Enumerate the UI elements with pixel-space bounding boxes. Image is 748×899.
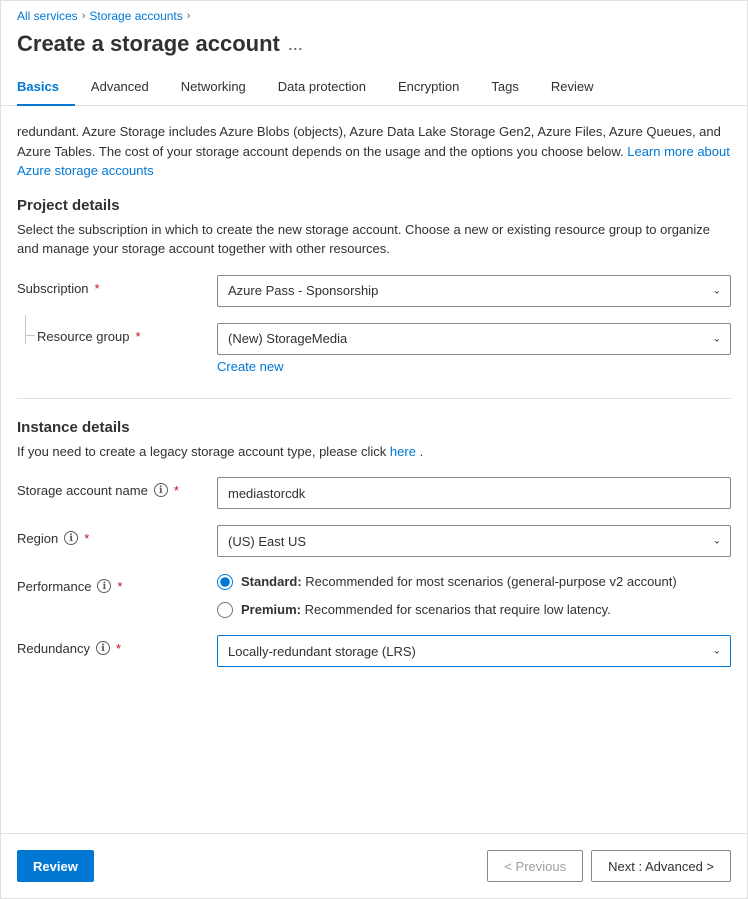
page-title: Create a storage account <box>17 31 280 57</box>
performance-standard-label: Standard: Recommended for most scenarios… <box>241 573 677 591</box>
resource-group-select[interactable]: (New) StorageMedia <box>217 323 731 355</box>
tab-data-protection[interactable]: Data protection <box>262 69 382 106</box>
redundancy-label-col: Redundancy ℹ * <box>17 635 217 656</box>
resource-group-control-col: (New) StorageMedia ⌄ Create new <box>217 323 731 374</box>
performance-required: * <box>117 579 122 594</box>
create-new-link[interactable]: Create new <box>217 359 283 374</box>
title-menu-icon[interactable]: ... <box>288 34 303 55</box>
redundancy-select[interactable]: Locally-redundant storage (LRS)Zone-redu… <box>217 635 731 667</box>
storage-account-name-label-col: Storage account name ℹ * <box>17 477 217 498</box>
redundancy-label: Redundancy <box>17 641 90 656</box>
redundancy-required: * <box>116 641 121 656</box>
storage-account-name-row: Storage account name ℹ * <box>17 477 731 509</box>
tab-networking[interactable]: Networking <box>165 69 262 106</box>
page-wrapper: All services › Storage accounts › Create… <box>0 0 748 899</box>
subscription-label: Subscription <box>17 281 89 296</box>
tab-tags[interactable]: Tags <box>475 69 534 106</box>
review-button[interactable]: Review <box>17 850 94 882</box>
instance-details-desc: If you need to create a legacy storage a… <box>17 442 731 462</box>
tab-encryption[interactable]: Encryption <box>382 69 475 106</box>
resource-group-label: Resource group <box>37 329 130 344</box>
performance-radio-group: Standard: Recommended for most scenarios… <box>217 573 731 619</box>
breadcrumb-sep-2: › <box>187 10 191 22</box>
performance-row: Performance ℹ * Standard: Recommended fo… <box>17 573 731 619</box>
performance-premium-radio[interactable] <box>217 602 233 618</box>
subscription-select-wrapper: Azure Pass - Sponsorship ⌄ <box>217 275 731 307</box>
footer: Review < Previous Next : Advanced > <box>1 833 747 898</box>
project-details-desc: Select the subscription in which to crea… <box>17 220 731 259</box>
storage-account-name-control-col <box>217 477 731 509</box>
subscription-select[interactable]: Azure Pass - Sponsorship <box>217 275 731 307</box>
subscription-control-col: Azure Pass - Sponsorship ⌄ <box>217 275 731 307</box>
region-label: Region <box>17 531 58 546</box>
performance-label: Performance <box>17 579 91 594</box>
subscription-required: * <box>95 281 100 296</box>
breadcrumb-storage-accounts[interactable]: Storage accounts <box>89 9 182 23</box>
subscription-row: Subscription * Azure Pass - Sponsorship … <box>17 275 731 307</box>
instance-details-section: Instance details If you need to create a… <box>17 419 731 668</box>
region-required: * <box>84 531 89 546</box>
tabs: Basics Advanced Networking Data protecti… <box>1 69 747 106</box>
tab-review[interactable]: Review <box>535 69 610 106</box>
performance-control-col: Standard: Recommended for most scenarios… <box>217 573 731 619</box>
previous-button[interactable]: < Previous <box>487 850 583 882</box>
storage-name-info-icon[interactable]: ℹ <box>154 483 168 497</box>
region-label-col: Region ℹ * <box>17 525 217 546</box>
instance-details-title: Instance details <box>17 419 731 436</box>
resource-group-select-wrapper: (New) StorageMedia ⌄ <box>217 323 731 355</box>
instance-desc-prefix: If you need to create a legacy storage a… <box>17 444 386 459</box>
storage-account-name-label: Storage account name <box>17 483 148 498</box>
resource-group-required: * <box>136 329 141 344</box>
tab-basics[interactable]: Basics <box>17 69 75 106</box>
performance-info-icon[interactable]: ℹ <box>97 579 111 593</box>
next-advanced-button[interactable]: Next : Advanced > <box>591 850 731 882</box>
performance-premium-option[interactable]: Premium: Recommended for scenarios that … <box>217 601 731 619</box>
redundancy-row: Redundancy ℹ * Locally-redundant storage… <box>17 635 731 667</box>
intro-text-body: redundant. Azure Storage includes Azure … <box>17 124 721 159</box>
storage-account-name-required: * <box>174 483 179 498</box>
resource-group-row: Resource group * (New) StorageMedia ⌄ Cr… <box>17 323 731 374</box>
instance-desc-link[interactable]: here <box>390 444 416 459</box>
breadcrumb-sep-1: › <box>82 10 86 22</box>
region-info-icon[interactable]: ℹ <box>64 531 78 545</box>
section-divider <box>17 398 731 399</box>
content-area: redundant. Azure Storage includes Azure … <box>1 106 747 833</box>
region-select-wrapper: (US) East US ⌄ <box>217 525 731 557</box>
redundancy-select-wrapper: Locally-redundant storage (LRS)Zone-redu… <box>217 635 731 667</box>
redundancy-info-icon[interactable]: ℹ <box>96 641 110 655</box>
project-details-title: Project details <box>17 197 731 214</box>
project-details-section: Project details Select the subscription … <box>17 197 731 374</box>
subscription-label-col: Subscription * <box>17 275 217 296</box>
intro-text: redundant. Azure Storage includes Azure … <box>17 122 731 181</box>
instance-desc-suffix: . <box>420 444 424 459</box>
region-row: Region ℹ * (US) East US ⌄ <box>17 525 731 557</box>
performance-premium-label: Premium: Recommended for scenarios that … <box>241 601 611 619</box>
tab-advanced[interactable]: Advanced <box>75 69 165 106</box>
region-control-col: (US) East US ⌄ <box>217 525 731 557</box>
performance-standard-radio[interactable] <box>217 574 233 590</box>
breadcrumb: All services › Storage accounts › <box>1 1 747 27</box>
region-select[interactable]: (US) East US <box>217 525 731 557</box>
redundancy-control-col: Locally-redundant storage (LRS)Zone-redu… <box>217 635 731 667</box>
storage-account-name-input[interactable] <box>217 477 731 509</box>
performance-standard-option[interactable]: Standard: Recommended for most scenarios… <box>217 573 731 591</box>
performance-label-col: Performance ℹ * <box>17 573 217 594</box>
page-title-row: Create a storage account ... <box>1 27 747 69</box>
breadcrumb-all-services[interactable]: All services <box>17 9 78 23</box>
resource-group-label-col: Resource group * <box>17 323 217 344</box>
